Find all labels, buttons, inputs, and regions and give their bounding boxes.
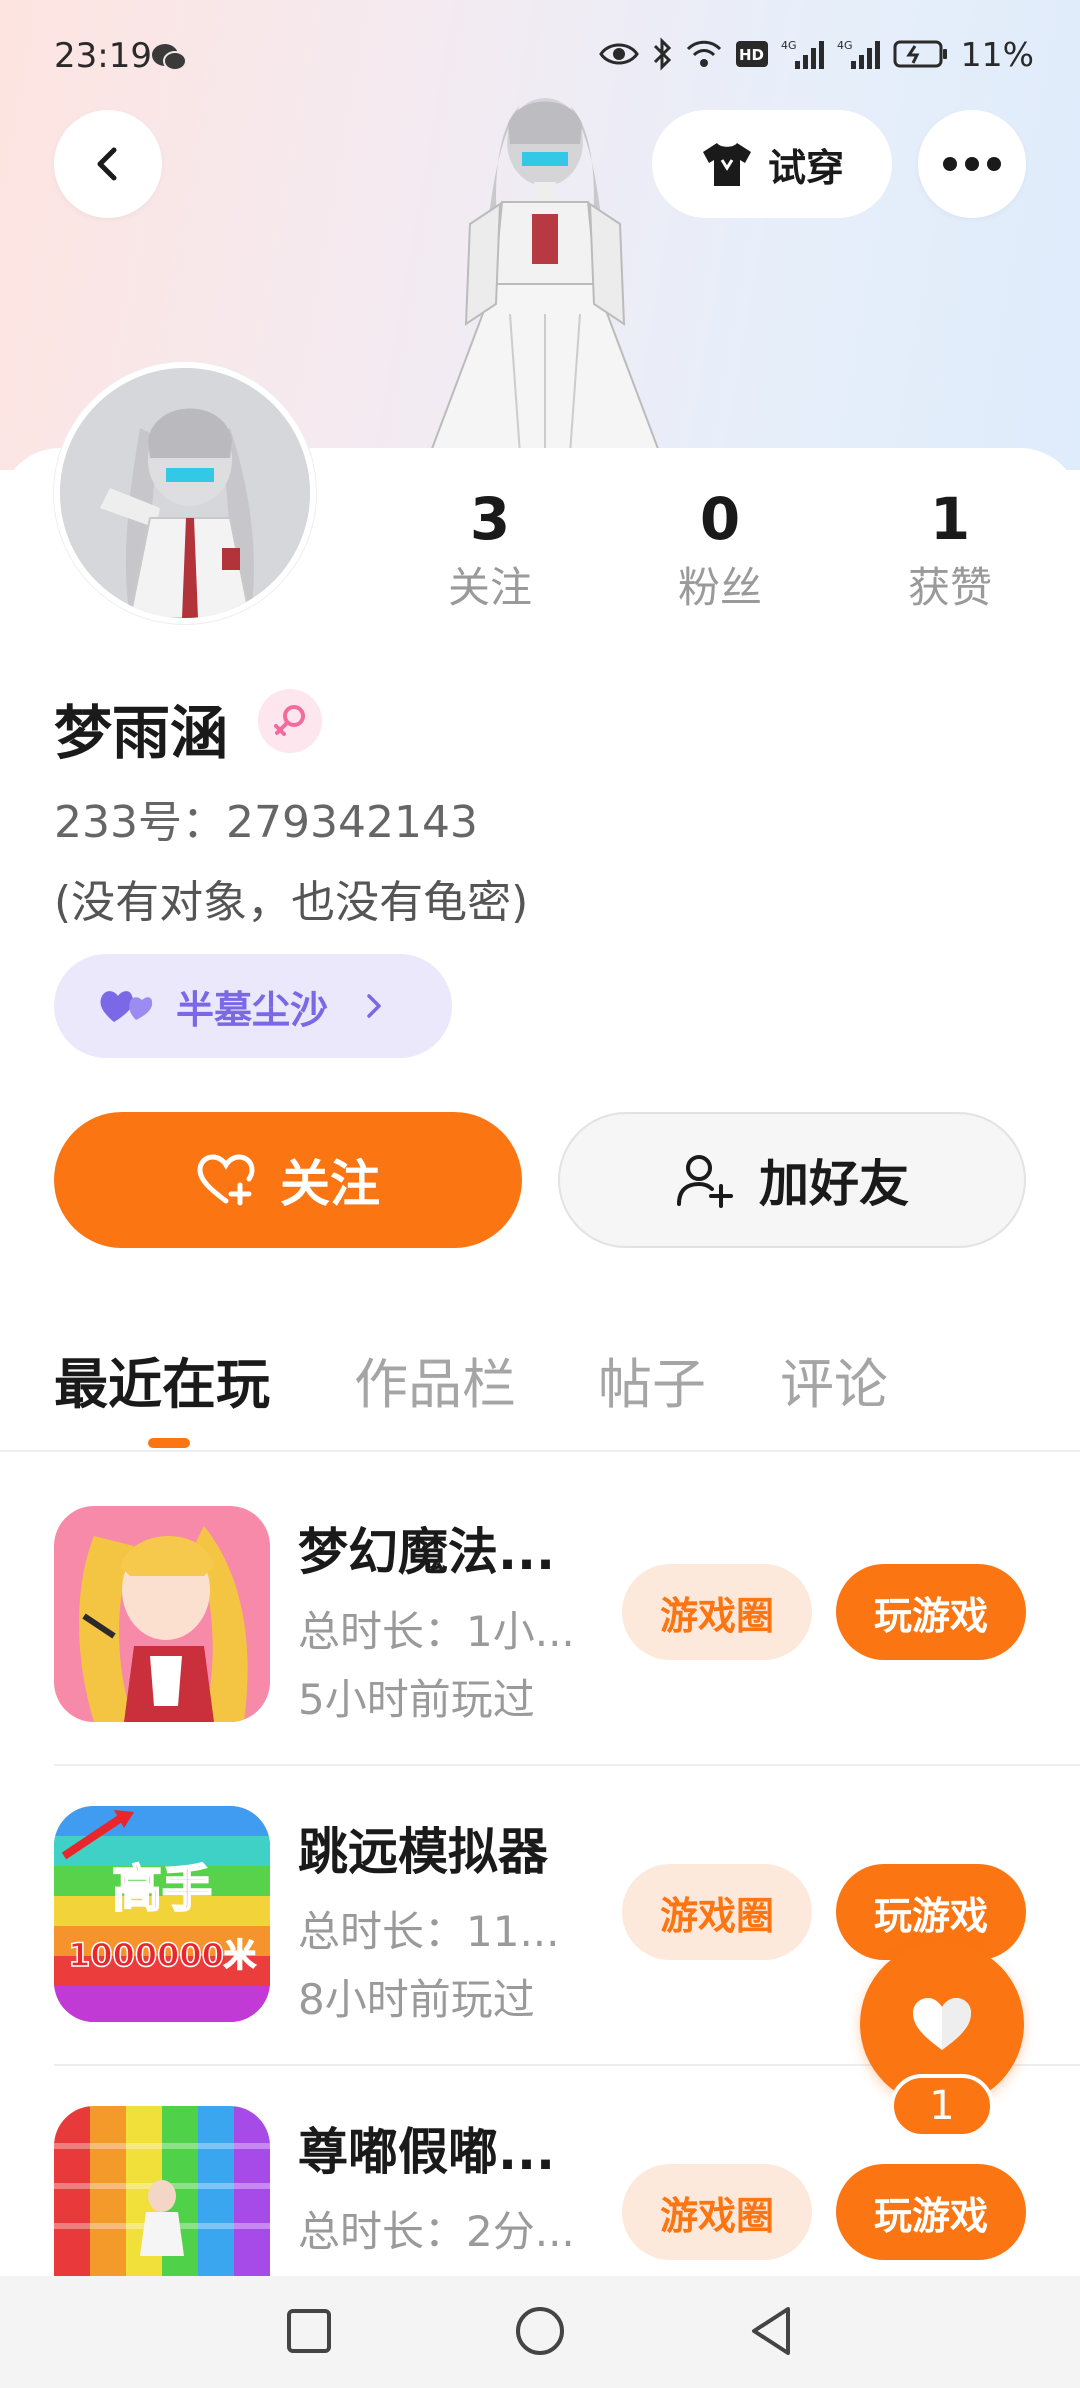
row-divider bbox=[54, 1764, 1080, 1766]
status-time: 23:19 bbox=[54, 36, 152, 76]
user-bio: (没有对象，也没有龟密) bbox=[54, 877, 529, 928]
game-icon-text-bottom: 1000000米 bbox=[68, 1936, 256, 1974]
game-title: 梦幻魔法... bbox=[298, 1523, 555, 1581]
try-on-button[interactable]: 试穿 bbox=[652, 110, 892, 218]
female-icon bbox=[258, 689, 322, 753]
game-item[interactable]: 尊嘟假嘟... 总时长：2分... 9小时前玩过 游戏圈 玩游戏 bbox=[54, 2106, 1026, 2276]
hd-icon: HD bbox=[735, 41, 768, 67]
game-item[interactable]: 梦幻魔法... 总时长：1小... 5小时前玩过 游戏圈 玩游戏 bbox=[54, 1506, 1026, 1806]
game-last-played: 9小时前玩过 bbox=[298, 2266, 535, 2276]
tshirt-icon bbox=[702, 143, 751, 186]
stat-followers-label: 粉丝 bbox=[677, 563, 762, 612]
game-circle-button[interactable]: 游戏圈 bbox=[622, 2164, 812, 2260]
follow-button[interactable]: 关注 bbox=[54, 1112, 522, 1248]
guild-label: 半墓尘沙 bbox=[176, 987, 329, 1032]
character-figure bbox=[428, 98, 662, 454]
chevron-right-icon bbox=[367, 994, 381, 1018]
tab-indicator bbox=[148, 1438, 190, 1448]
system-nav-bar bbox=[0, 2276, 1080, 2388]
circle-icon bbox=[516, 2307, 564, 2355]
tab-recently-played[interactable]: 最近在玩 bbox=[54, 1340, 270, 1419]
tab-comments[interactable]: 评论 bbox=[780, 1340, 888, 1419]
battery-percent: 11% bbox=[960, 34, 1034, 74]
tab-posts[interactable]: 帖子 bbox=[598, 1340, 706, 1419]
heart-icon bbox=[913, 1998, 971, 2050]
svg-text:4G: 4G bbox=[837, 39, 853, 52]
signal-4g-icon: 4G bbox=[781, 39, 824, 69]
like-count-badge: 1 bbox=[890, 2074, 994, 2138]
game-last-played: 5小时前玩过 bbox=[298, 1675, 535, 1724]
status-icons: HD 4G 4G 11% bbox=[598, 34, 1034, 74]
game-title: 跳远模拟器 bbox=[298, 1823, 548, 1881]
wechat-icon bbox=[152, 44, 187, 71]
game-icon bbox=[54, 2106, 270, 2276]
eye-icon bbox=[598, 43, 639, 65]
game-icon: 高手 1000000米 bbox=[54, 1806, 270, 2022]
game-duration: 总时长：1小... bbox=[298, 1607, 575, 1656]
guild-badge[interactable]: 半墓尘沙 bbox=[54, 954, 452, 1058]
game-circle-button[interactable]: 游戏圈 bbox=[622, 1864, 812, 1960]
add-friend-button[interactable]: 加好友 bbox=[558, 1112, 1026, 1248]
tab-works[interactable]: 作品栏 bbox=[354, 1340, 516, 1419]
more-dots-icon bbox=[943, 157, 1001, 171]
game-circle-button[interactable]: 游戏圈 bbox=[622, 1564, 812, 1660]
svg-text:HD: HD bbox=[739, 46, 764, 64]
more-button[interactable] bbox=[918, 110, 1026, 218]
stat-likes-count: 1 bbox=[929, 485, 971, 553]
game-last-played: 8小时前玩过 bbox=[298, 1975, 535, 2024]
stat-likes[interactable]: 1 获赞 bbox=[850, 484, 1050, 618]
game-icon bbox=[54, 1506, 270, 1722]
try-on-label: 试穿 bbox=[767, 145, 844, 190]
play-game-button[interactable]: 玩游戏 bbox=[836, 1564, 1026, 1660]
avatar[interactable] bbox=[54, 362, 316, 624]
recent-apps-button[interactable] bbox=[274, 2296, 344, 2366]
game-title: 尊嘟假嘟... bbox=[298, 2123, 555, 2181]
svg-text:4G: 4G bbox=[781, 39, 797, 52]
stat-following-count: 3 bbox=[469, 485, 511, 553]
add-user-icon bbox=[677, 1155, 733, 1208]
stat-following[interactable]: 3 关注 bbox=[390, 484, 590, 618]
stat-followers-count: 0 bbox=[699, 485, 741, 553]
back-arrow-icon bbox=[97, 147, 117, 181]
game-duration: 总时长：11... bbox=[298, 1907, 560, 1956]
battery-icon bbox=[893, 40, 947, 68]
avatar-image bbox=[60, 368, 310, 618]
home-button[interactable] bbox=[505, 2296, 575, 2366]
stat-following-label: 关注 bbox=[447, 563, 532, 612]
heart-duo-icon bbox=[100, 991, 153, 1022]
game-duration: 总时长：2分... bbox=[298, 2207, 575, 2256]
game-icon-text-top: 高手 bbox=[112, 1860, 212, 1918]
wifi-icon bbox=[686, 40, 721, 67]
follow-label: 关注 bbox=[280, 1155, 380, 1213]
user-id: 233号：279342143 bbox=[54, 797, 478, 848]
system-back-button[interactable] bbox=[736, 2296, 806, 2366]
signal-4g-icon: 4G bbox=[837, 39, 880, 69]
bluetooth-icon bbox=[653, 37, 671, 71]
triangle-back-icon bbox=[752, 2307, 790, 2355]
back-button[interactable] bbox=[54, 110, 162, 218]
add-friend-label: 加好友 bbox=[759, 1155, 909, 1213]
stat-likes-label: 获赞 bbox=[907, 563, 992, 612]
stat-followers[interactable]: 0 粉丝 bbox=[620, 484, 820, 618]
user-name: 梦雨涵 bbox=[54, 699, 229, 767]
profile-page: 23:19 HD 4G 4G 11% 试穿 3 关注 0 粉丝 1 获赞 梦雨涵… bbox=[0, 0, 1080, 2388]
tabs-divider bbox=[0, 1450, 1080, 1452]
square-icon bbox=[287, 2309, 331, 2353]
heart-plus-icon bbox=[197, 1154, 255, 1206]
play-game-button[interactable]: 玩游戏 bbox=[836, 2164, 1026, 2260]
